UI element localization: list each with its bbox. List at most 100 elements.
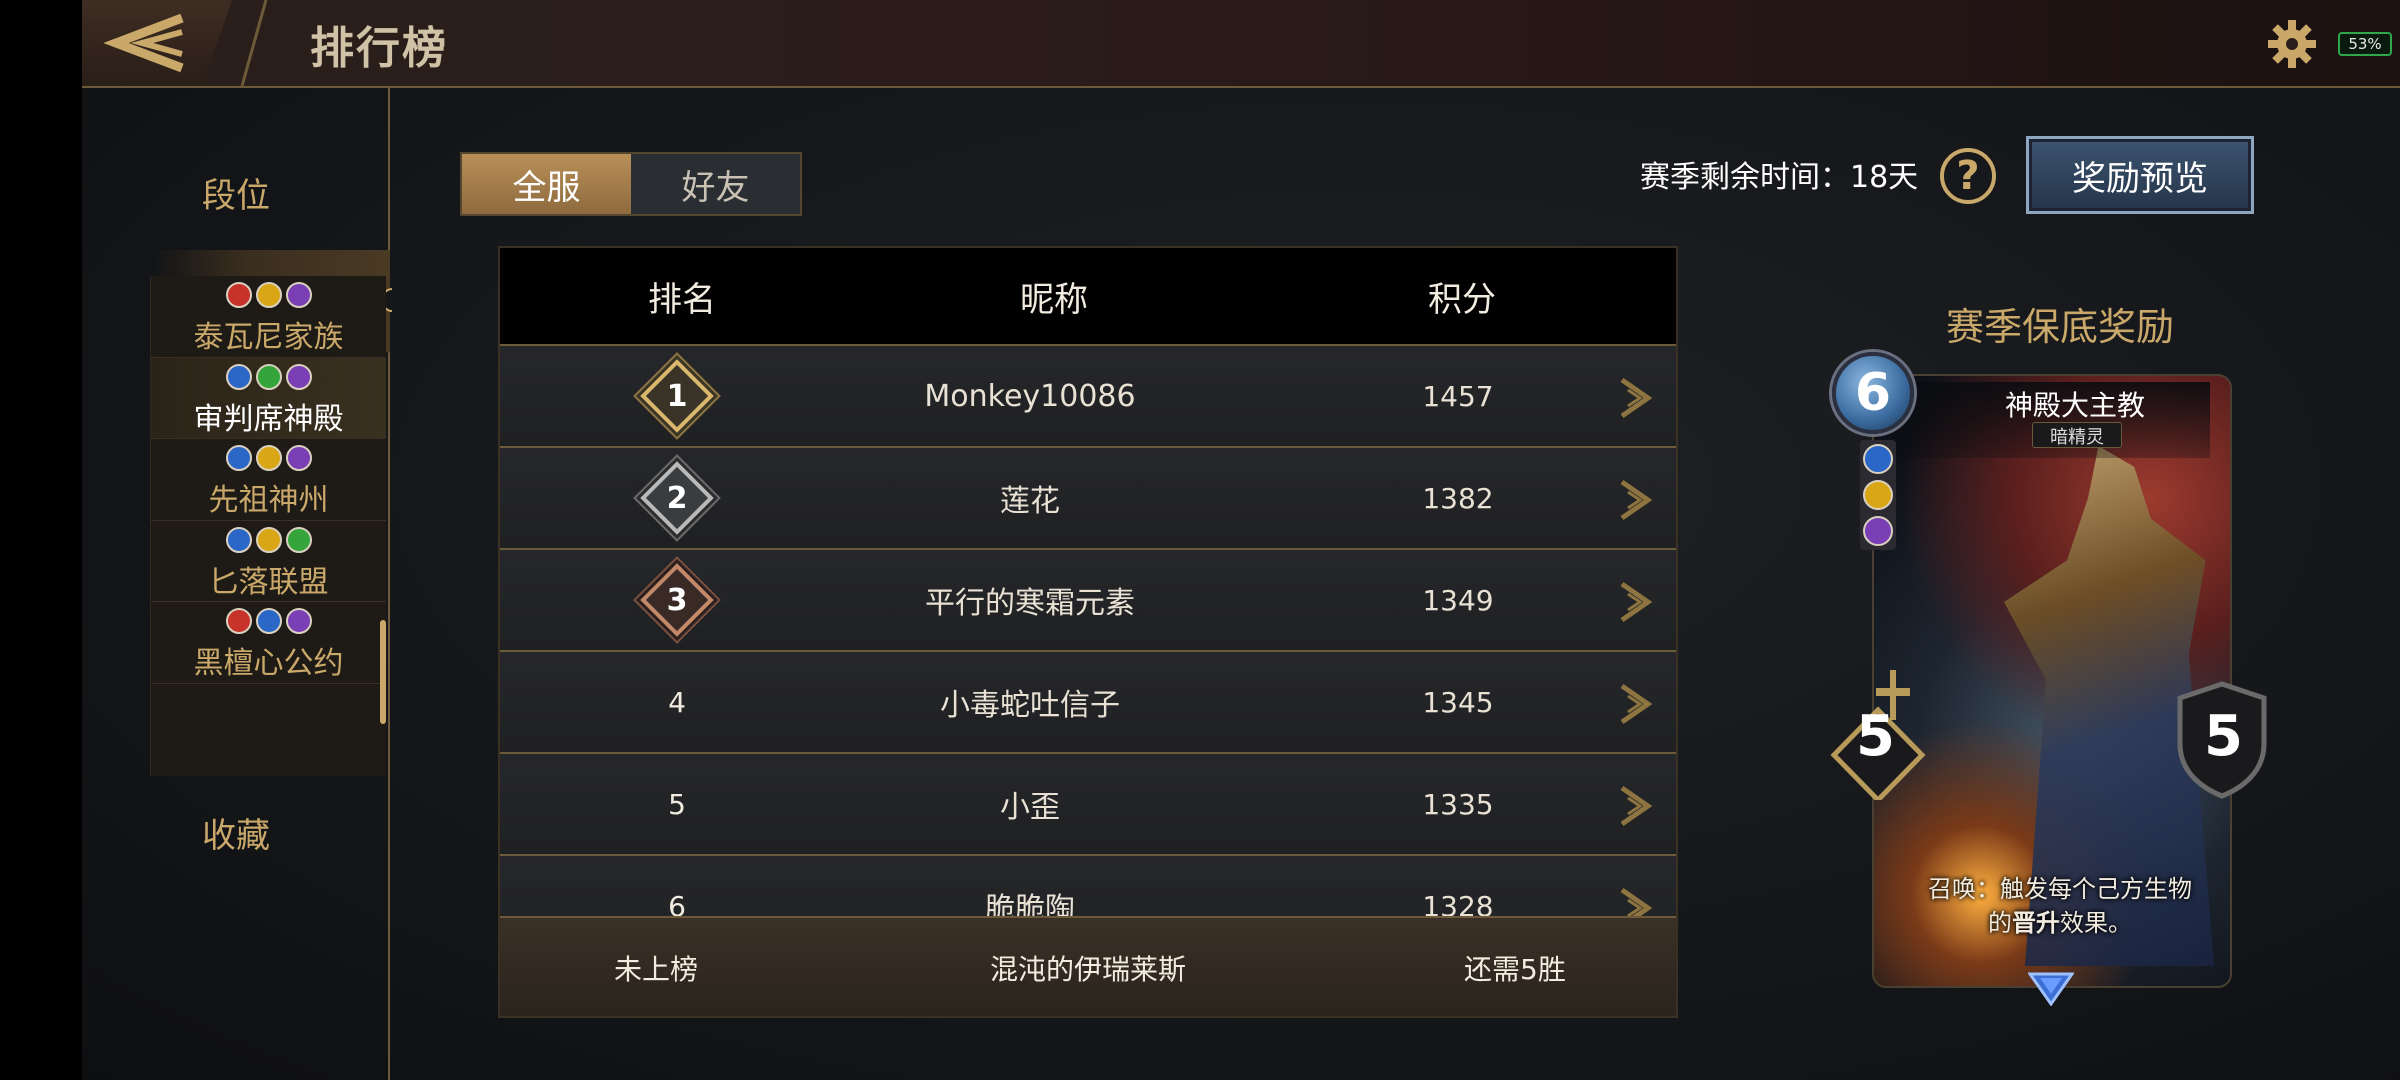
my-nickname: 混沌的伊瑞莱斯 [990,953,1187,986]
season-remaining-label: 赛季剩余时间： [1640,160,1850,195]
chevron-right-icon[interactable] [1614,886,1654,918]
card-name: 神殿大主教 [2004,389,2145,422]
card-cost-gem: 6 [1832,352,1914,434]
season-remaining-days: 18天 [1850,160,1919,195]
table-header: 排名 昵称 积分 [500,248,1676,346]
nickname-cell: 莲花 [1000,484,1060,519]
back-button[interactable] [82,0,232,86]
rank-number: 2 [666,480,688,516]
chevron-right-icon[interactable] [1614,784,1654,828]
faction-icons [151,602,386,634]
rarity-gem-icon [2028,972,2074,1006]
score-cell: 1457 [1422,379,1494,413]
faction-item[interactable]: 先祖神州 [151,439,386,521]
green-faction-icon [255,363,282,390]
faction-item[interactable]: 泰瓦尼家族 [151,276,386,358]
table-row[interactable]: 3 平行的寒霜元素 1349 [500,550,1676,652]
card-text-keyword: 晋升 [2012,909,2060,937]
leaderboard-table: 排名 昵称 积分 1 Monkey10086 1457 2 莲花 1382 3 … [498,246,1678,1018]
nickname-cell: 平行的寒霜元素 [925,586,1135,621]
rank-cell: 4 [668,685,686,719]
red-faction-icon [225,608,252,634]
faction-name: 匕落联盟 [208,564,329,600]
nickname-cell: 小歪 [1000,790,1060,825]
battery-indicator: 53% [2338,32,2392,56]
card-type: 暗精灵 [2032,422,2122,448]
table-row[interactable]: 1 Monkey10086 1457 [500,346,1676,448]
nav-item-collection[interactable]: 收藏 [82,808,390,857]
table-row[interactable]: 5 小歪 1335 [500,754,1676,856]
purple-faction-icon [285,363,312,390]
faction-item[interactable]: 匕落联盟 [151,521,386,602]
blue-faction-icon [255,608,282,634]
page-title: 排行榜 [310,23,448,74]
nav-item-rank-tier[interactable]: 段位 [82,168,390,217]
nickname-cell: Monkey10086 [924,378,1136,414]
score-cell: 1328 [1422,889,1494,919]
rank-cell: 5 [668,787,686,821]
gold-rank-medal-icon: 1 [640,359,714,433]
wins-needed: 还需5胜 [1464,953,1566,986]
rank-cell: 6 [668,889,686,919]
table-rows[interactable]: 1 Monkey10086 1457 2 莲花 1382 3 平行的寒霜元素 1… [500,346,1676,918]
faction-item-selected[interactable]: 审判席神殿 [151,357,386,439]
card-faction-icons [1860,440,1896,550]
my-rank-row: 未上榜 混沌的伊瑞莱斯 还需5胜 [500,916,1676,1016]
faction-list[interactable]: 泰瓦尼家族 审判席神殿 先祖神州 匕落联盟 黑檀心公约 [150,276,386,776]
card-ability-text: 召唤：触发每个己方生物 的晋升效果。 [1880,872,2240,940]
faction-list-scrollbar[interactable] [380,620,386,724]
tab-friends[interactable]: 好友 [631,154,800,214]
help-icon[interactable]: ? [1940,148,1996,204]
purple-faction-icon [285,282,312,308]
score-cell: 1349 [1422,583,1494,617]
blue-faction-icon [225,363,252,390]
reward-preview-button[interactable]: 奖励预览 [2026,136,2254,214]
nickname-cell: 脆脆陶 [985,892,1075,918]
faction-name: 先祖神州 [208,483,329,518]
column-header-score: 积分 [1428,279,1496,320]
table-row[interactable]: 6 脆脆陶 1328 [500,856,1676,918]
column-header-nickname: 昵称 [1020,279,1088,320]
faction-item[interactable]: 黑檀心公约 [151,602,386,684]
purple-faction-icon [285,445,312,471]
divider-slash [240,0,268,86]
yellow-faction-icon [255,282,282,308]
faction-name: 泰瓦尼家族 [193,320,344,355]
blue-faction-icon [1863,444,1893,474]
faction-icons [151,521,386,553]
blue-faction-icon [225,445,252,471]
season-reward-title: 赛季保底奖励 [1946,305,2175,349]
card-attack: 5 [1856,704,1895,769]
yellow-faction-icon [1863,480,1893,510]
chevron-right-icon[interactable] [1614,682,1654,726]
left-letterbox [0,0,82,1080]
scope-tabs: 全服 好友 [460,152,802,216]
rank-cell: 3 [602,550,752,650]
chevron-right-icon[interactable] [1614,478,1654,522]
gear-icon[interactable] [2266,18,2318,70]
rank-number: 1 [666,378,688,414]
yellow-faction-icon [255,445,282,471]
table-row[interactable]: 4 小毒蛇吐信子 1345 [500,652,1676,754]
silver-rank-medal-icon: 2 [640,461,714,535]
table-row[interactable]: 2 莲花 1382 [500,448,1676,550]
rank-number: 3 [666,582,688,618]
rank-cell: 1 [602,346,752,446]
red-faction-icon [225,282,252,308]
faction-icons [151,276,386,308]
score-cell: 1345 [1422,685,1494,719]
back-arrow-icon [103,13,184,73]
column-header-rank: 排名 [648,279,716,320]
nickname-cell: 小毒蛇吐信子 [940,688,1120,723]
faction-name: 审判席神殿 [193,401,344,437]
purple-faction-icon [285,608,312,634]
chevron-right-icon[interactable] [1614,376,1654,420]
chevron-right-icon[interactable] [1614,580,1654,624]
tab-all-servers[interactable]: 全服 [462,154,631,214]
faction-name: 黑檀心公约 [193,646,344,681]
top-bar: 排行榜 53% [82,0,2400,88]
green-faction-icon [285,526,312,553]
score-cell: 1335 [1422,787,1494,821]
purple-faction-icon [1863,516,1893,546]
score-cell: 1382 [1422,481,1494,515]
